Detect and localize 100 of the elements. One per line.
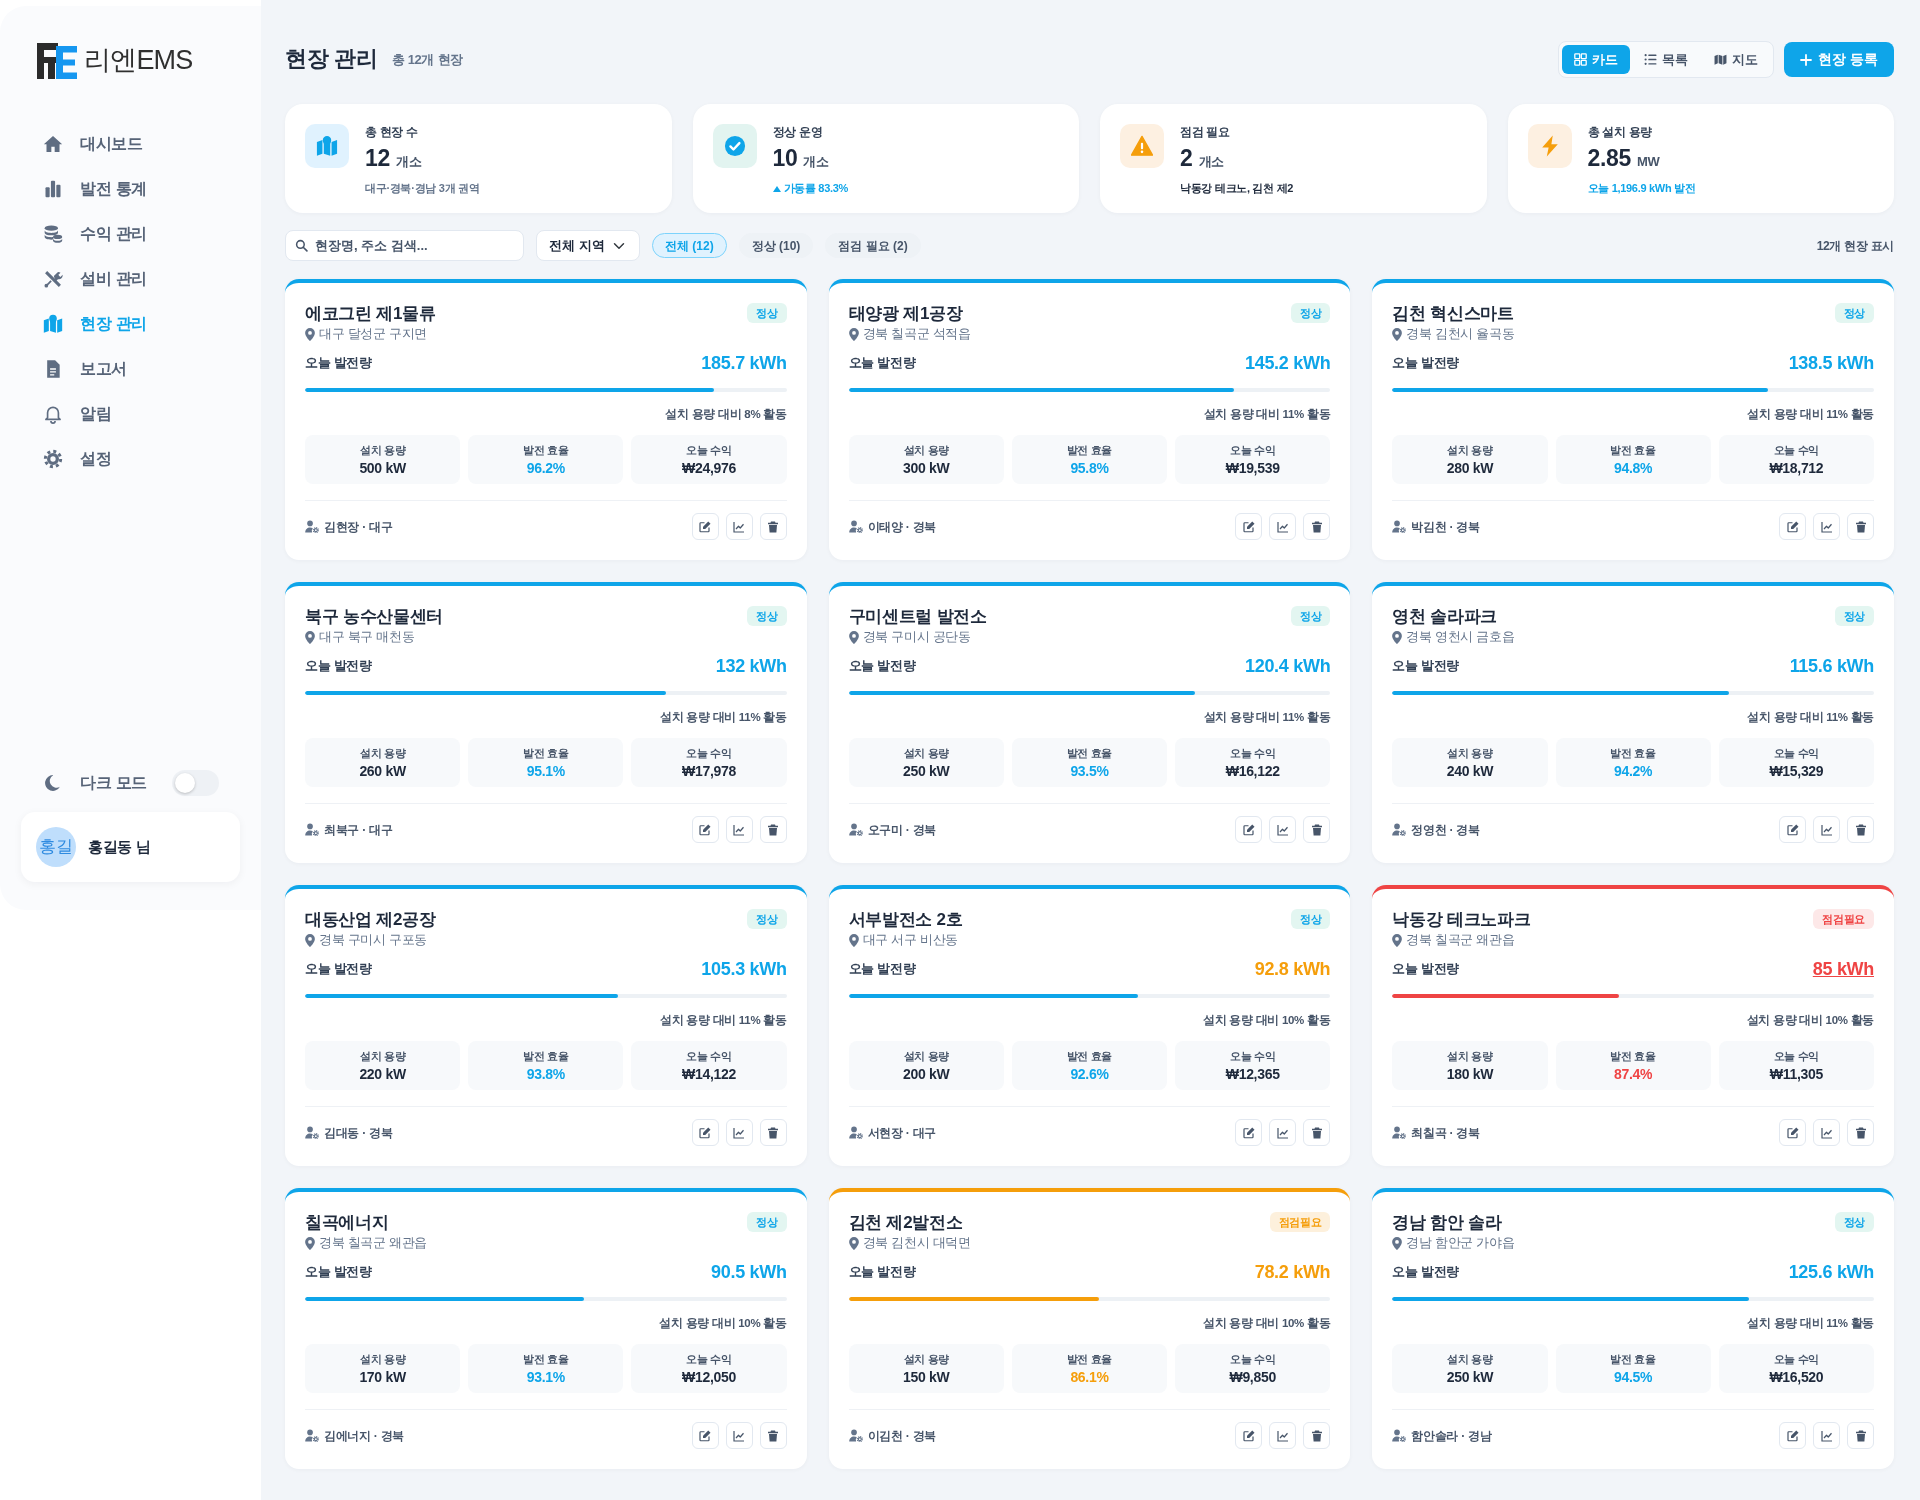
line-chart-icon xyxy=(1820,520,1833,533)
chart-button[interactable] xyxy=(725,1119,753,1146)
sidebar-item[interactable]: 설정 xyxy=(21,436,240,481)
site-name: 영천 솔라파크 xyxy=(1392,606,1498,628)
stat-label: 정상 운영 xyxy=(772,124,824,140)
edit-button[interactable] xyxy=(1235,816,1263,843)
manager-name: 최북구 · 대구 xyxy=(324,821,393,839)
delete-button[interactable] xyxy=(1303,1119,1331,1146)
edit-button[interactable] xyxy=(1235,513,1263,540)
edit-button[interactable] xyxy=(1235,1422,1263,1449)
edit-button[interactable] xyxy=(691,513,719,540)
stat-label: 총 설치 용량 xyxy=(1587,124,1654,140)
metric-value: 94.8% xyxy=(1614,458,1653,477)
search-field[interactable]: 현장명, 주소 검색... xyxy=(285,230,524,261)
view-tab[interactable]: 목록 xyxy=(1632,45,1701,74)
tools-icon xyxy=(43,268,63,289)
sidebar-item[interactable]: 설비 관리 xyxy=(21,256,240,301)
delete-button[interactable] xyxy=(1847,513,1874,540)
output-label: 오늘 발전량 xyxy=(305,657,372,675)
delete-button[interactable] xyxy=(1847,816,1874,843)
pin-icon xyxy=(305,1236,315,1250)
stat-label: 총 현장 수 xyxy=(365,124,419,140)
site-name: 경남 함안 솔라 xyxy=(1392,1212,1503,1234)
filter-chip[interactable]: 점검 필요 (2) xyxy=(825,233,921,258)
manager-name: 이태양 · 경북 xyxy=(867,518,936,536)
chart-button[interactable] xyxy=(1813,513,1840,540)
output-label: 오늘 발전량 xyxy=(848,354,916,372)
metric-label: 오늘 수익 xyxy=(1230,745,1276,760)
pin-icon xyxy=(1392,933,1403,947)
manager-name: 정영천 · 경북 xyxy=(1411,821,1480,839)
site-name: 대동산업 제2공장 xyxy=(305,909,436,931)
metric-label: 발전 효율 xyxy=(1610,745,1656,760)
trash-icon xyxy=(1310,823,1323,836)
chart-button[interactable] xyxy=(1269,1422,1297,1449)
edit-icon xyxy=(1786,1126,1799,1139)
chart-button[interactable] xyxy=(1269,816,1297,843)
metric-value: 260 kW xyxy=(359,761,406,780)
delete-button[interactable] xyxy=(1303,1422,1331,1449)
delete-button[interactable] xyxy=(759,816,787,843)
output-value: 115.6 kWh xyxy=(1789,655,1874,678)
dark-mode-label: 다크 모드 xyxy=(80,773,147,793)
delete-button[interactable] xyxy=(1303,513,1331,540)
delete-button[interactable] xyxy=(759,1422,787,1449)
trash-icon xyxy=(767,1126,780,1139)
output-value: 125.6 kWh xyxy=(1788,1261,1874,1284)
manager-name: 박김천 · 경북 xyxy=(1411,518,1480,536)
pin-icon xyxy=(848,1236,859,1250)
delete-button[interactable] xyxy=(1847,1422,1874,1449)
metric-value: 93.5% xyxy=(1070,761,1109,780)
user-gear-icon xyxy=(848,823,863,836)
line-chart-icon xyxy=(1276,1429,1289,1442)
sidebar-item[interactable]: 수익 관리 xyxy=(21,211,240,256)
delete-button[interactable] xyxy=(759,513,787,540)
toggle-switch[interactable] xyxy=(172,770,219,796)
site-name: 서부발전소 2호 xyxy=(848,909,963,931)
chart-button[interactable] xyxy=(725,1422,753,1449)
delete-button[interactable] xyxy=(1847,1119,1874,1146)
edit-button[interactable] xyxy=(691,1119,719,1146)
sidebar-item[interactable]: 알림 xyxy=(21,391,240,436)
edit-icon xyxy=(699,1429,712,1442)
site-address: 경남 함안군 가야읍 xyxy=(1406,1235,1515,1252)
chart-button[interactable] xyxy=(1269,513,1297,540)
edit-button[interactable] xyxy=(691,1422,719,1449)
utilization-text: 설치 용량 대비 11% 활동 xyxy=(1203,407,1331,422)
chart-button[interactable] xyxy=(1813,1422,1840,1449)
filter-chip[interactable]: 정상 (10) xyxy=(738,233,814,258)
utilization-text: 설치 용량 대비 11% 활동 xyxy=(660,1013,787,1028)
region-select[interactable]: 전체 지역 xyxy=(536,230,640,261)
line-chart-icon xyxy=(1276,1126,1289,1139)
line-chart-icon xyxy=(733,1126,746,1139)
edit-button[interactable] xyxy=(1779,1422,1806,1449)
output-value: 92.8 kWh xyxy=(1254,958,1331,981)
site-address: 대구 북구 매천동 xyxy=(319,629,415,646)
chart-button[interactable] xyxy=(1813,816,1840,843)
output-value: 138.5 kWh xyxy=(1788,352,1874,375)
pin-icon xyxy=(1392,630,1403,644)
chart-button[interactable] xyxy=(725,513,753,540)
edit-button[interactable] xyxy=(691,816,719,843)
edit-button[interactable] xyxy=(1779,1119,1806,1146)
chart-button[interactable] xyxy=(1269,1119,1297,1146)
chart-button[interactable] xyxy=(1813,1119,1840,1146)
view-tab[interactable]: 지도 xyxy=(1702,45,1771,74)
status-badge: 정상 xyxy=(747,606,787,626)
delete-button[interactable] xyxy=(759,1119,787,1146)
sidebar-item[interactable]: 대시보드 xyxy=(21,121,240,166)
sidebar-item[interactable]: 발전 통계 xyxy=(21,166,240,211)
stat-unit: MW xyxy=(1637,153,1660,171)
status-badge: 점검필요 xyxy=(1813,909,1874,929)
user-gear-icon xyxy=(848,1126,863,1139)
edit-button[interactable] xyxy=(1779,513,1806,540)
edit-button[interactable] xyxy=(1779,816,1806,843)
edit-icon xyxy=(699,520,712,533)
chart-button[interactable] xyxy=(725,816,753,843)
delete-button[interactable] xyxy=(1303,816,1331,843)
sidebar-item[interactable]: 보고서 xyxy=(21,346,240,391)
line-chart-icon xyxy=(733,1429,746,1442)
metric-value: ₩11,305 xyxy=(1769,1064,1823,1083)
edit-button[interactable] xyxy=(1235,1119,1263,1146)
lightning-icon xyxy=(1527,124,1572,168)
metric-value: 94.2% xyxy=(1614,761,1653,780)
